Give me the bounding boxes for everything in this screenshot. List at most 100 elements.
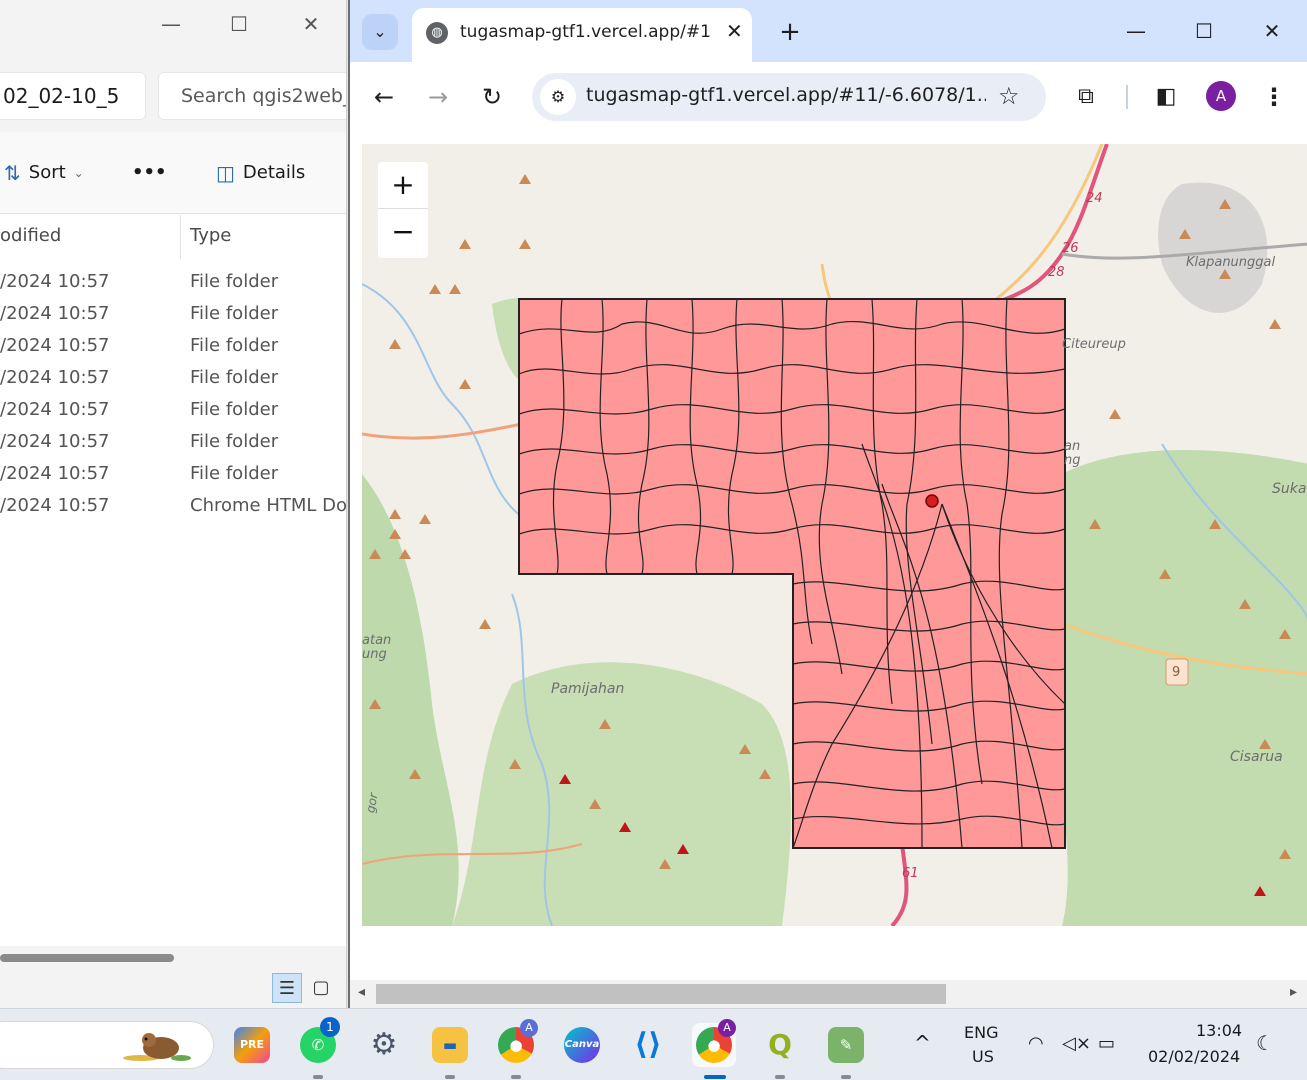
notification-badge: 1 [320,1017,340,1037]
details-view-button[interactable]: ☰ [272,973,302,1003]
taskbar-canva[interactable]: Canva [560,1023,604,1067]
file-type: File folder [190,399,279,420]
extensions-icon[interactable]: ⧉ [1068,79,1104,115]
file-row[interactable]: /2024 10:57 Chrome HTML Docu [0,490,347,522]
map-canvas[interactable] [362,144,1307,926]
chrome-menu-button[interactable]: ⋮ [1262,79,1286,115]
clock-time[interactable]: 13:04 [1196,1021,1242,1040]
explorer-status-bar: ☰ ▢ [0,970,346,1008]
scrollbar-thumb[interactable] [0,954,174,962]
file-row[interactable]: /2024 10:57 File folder [0,394,346,426]
file-type: Chrome HTML Docu [190,495,347,516]
toolbar-divider [1126,85,1128,109]
show-hidden-icons-chevron-icon[interactable]: ^ [914,1031,931,1055]
file-row[interactable]: /2024 10:57 File folder [0,362,346,394]
scroll-left-arrow[interactable]: ◂ [358,984,365,1000]
file-date-modified: /2024 10:57 [0,463,110,484]
muted-speaker-icon[interactable]: ◁× [1062,1033,1091,1054]
scrollbar-thumb[interactable] [376,984,946,1004]
sort-button[interactable]: ⇅ Sort ⌄ [4,158,84,188]
taskbar-file-explorer[interactable]: ▬ [428,1023,472,1079]
details-pane-button[interactable]: ◫ Details [216,158,305,188]
chrome-maximize-button[interactable]: ☐ [1184,12,1224,50]
chrome-minimize-button[interactable]: — [1116,12,1156,50]
forest-area [452,662,791,926]
file-date-modified: /2024 10:57 [0,367,110,388]
reload-button[interactable]: ↻ [474,79,510,115]
map-label-road-28: 28 [1048,265,1065,280]
forward-button[interactable]: → [420,79,456,115]
explorer-maximize-button[interactable]: ☐ [216,6,262,42]
explorer-search-input[interactable]: Search qgis2web_ [158,72,346,120]
file-row[interactable]: /2024 10:57 File folder [0,330,346,362]
explorer-close-button[interactable]: ✕ [288,6,334,42]
explorer-command-bar: ⇅ Sort ⌄ ••• ◫ Details [0,132,346,214]
running-indicator [775,1075,785,1079]
region-code[interactable]: US [972,1047,994,1066]
zoom-in-button[interactable]: + [378,162,428,209]
taskbar-chrome-active[interactable]: ● A [692,1019,736,1079]
location-marker[interactable] [925,494,939,508]
explorer-horizontal-scrollbar[interactable] [0,946,346,970]
road [362,422,523,440]
running-indicator [511,1075,521,1079]
tab-title: tugasmap-gtf1.vercel.app/#10/ [460,22,710,42]
back-button[interactable]: ← [366,79,402,115]
file-row[interactable]: /2024 10:57 File folder [0,266,346,298]
omnibox[interactable]: ⚙ tugasmap-gtf1.vercel.app/#11/-6.6078/1… [532,73,1046,121]
running-indicator [445,1075,455,1079]
profile-badge: A [520,1019,538,1037]
map-label-suka: Suka [1272,481,1307,497]
column-header-date-modified[interactable]: odified [0,225,61,246]
url-text[interactable]: tugasmap-gtf1.vercel.app/#11/-6.6078/1..… [586,84,986,106]
tab-close-icon[interactable]: ✕ [726,19,743,43]
chrome-close-button[interactable]: ✕ [1252,12,1292,50]
profile-avatar[interactable]: A [1206,81,1236,111]
tiles-view-button[interactable]: ▢ [306,973,336,1003]
column-divider[interactable] [180,215,181,259]
side-panel-icon[interactable]: ◧ [1148,79,1184,115]
explorer-minimize-button[interactable]: — [148,6,194,42]
file-row[interactable]: /2024 10:57 File folder [0,426,346,458]
explorer-path-field[interactable]: 02_02-10_5 [0,72,146,120]
zoom-out-button[interactable]: − [378,209,428,256]
language-code[interactable]: ENG [964,1023,998,1042]
column-header-type[interactable]: Type [190,225,231,246]
folder-icon: ▬ [432,1027,468,1063]
file-row[interactable]: /2024 10:57 File folder [0,458,346,490]
taskbar-copilot-preview[interactable]: PRE [230,1023,274,1067]
taskbar: PRE ✆ 1 ⚙ ▬ ● A Canva ⟨⟩ ● A Q ✎ ^ ENG U… [0,1008,1307,1080]
taskbar-whatsapp[interactable]: ✆ 1 [296,1017,340,1079]
more-options-button[interactable]: ••• [132,158,167,188]
tab-search-button[interactable]: ⌄ [362,14,398,50]
details-label: Details [242,162,306,183]
running-indicator [841,1075,851,1079]
file-row[interactable]: /2024 10:57 File folder [0,298,346,330]
clock-date[interactable]: 02/02/2024 [1148,1047,1240,1066]
bookmark-star-icon[interactable]: ☆ [998,82,1020,110]
taskbar-vscode[interactable]: ⟨⟩ [626,1023,670,1067]
explorer-address-bar: 02_02-10_5 Search qgis2web_ [0,60,346,132]
taskbar-notepad[interactable]: ✎ [824,1023,868,1079]
taskbar-search-box[interactable] [0,1021,214,1069]
zoom-control: + − [378,162,428,258]
notifications-icon[interactable]: ☾ [1256,1031,1274,1055]
details-pane-icon: ◫ [216,161,235,185]
taskbar-qgis[interactable]: Q [758,1023,802,1079]
running-indicator [704,1075,726,1079]
taskbar-chrome-profile[interactable]: ● A [494,1019,538,1079]
taskbar-settings[interactable]: ⚙ [362,1023,406,1067]
site-info-icon[interactable]: ⚙ [540,79,576,115]
wifi-icon[interactable]: ◠ [1028,1033,1044,1054]
sort-icon: ⇅ [4,161,21,185]
browser-horizontal-scrollbar[interactable]: ◂ ▸ [350,980,1307,1008]
scroll-right-arrow[interactable]: ▸ [1290,984,1297,1000]
new-tab-button[interactable]: + [774,14,806,50]
notepad-icon: ✎ [828,1027,864,1063]
tab-tugasmap[interactable]: ◍ tugasmap-gtf1.vercel.app/#10/ ✕ [412,8,752,62]
chevron-down-icon: ⌄ [73,166,84,180]
map-viewport[interactable]: + − Klapanunggal Citeureup Pamijahan Cis… [362,144,1307,926]
map-label-klapanunggal: Klapanunggal [1186,255,1276,270]
battery-icon[interactable]: ▭ [1098,1033,1115,1054]
map-label-pamijahan: Pamijahan [551,681,625,697]
